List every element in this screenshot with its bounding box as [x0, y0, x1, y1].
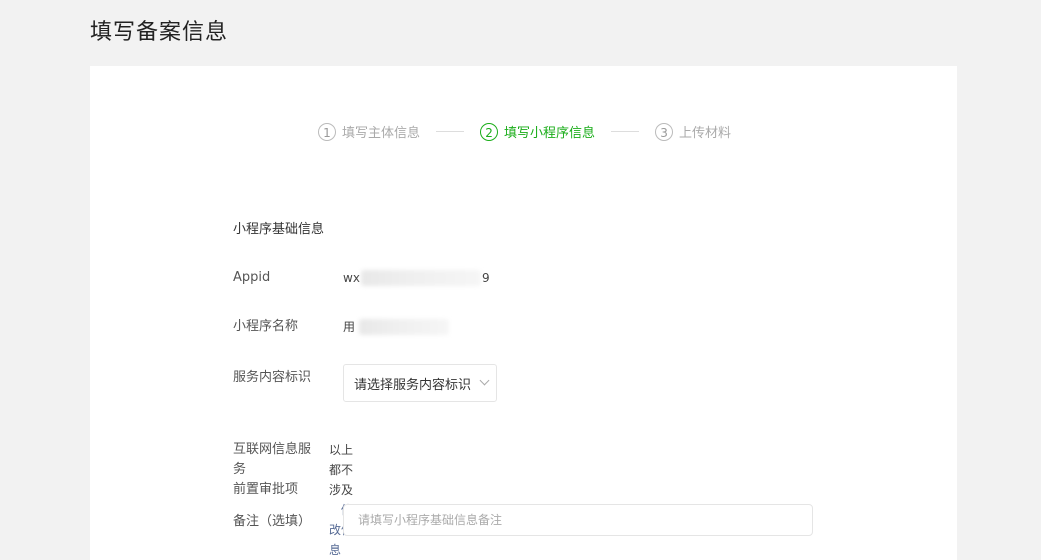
- step-label: 填写主体信息: [342, 126, 421, 141]
- step-number: 1: [318, 122, 336, 141]
- step-1[interactable]: 1 填写主体信息: [318, 122, 420, 141]
- service-select-placeholder: 请选择服务内容标识: [354, 377, 472, 393]
- appid-label: Appid: [233, 270, 271, 285]
- approval-label-line2: 前置审批项: [233, 482, 299, 497]
- form-card: 1 填写主体信息 2 填写小程序信息 3 上传材料 小程序基础信息 Appid …: [90, 66, 957, 560]
- step-2[interactable]: 2 填写小程序信息: [480, 122, 595, 141]
- remark-label: 备注（选填）: [233, 514, 312, 529]
- step-label: 填写小程序信息: [504, 126, 596, 141]
- remark-input[interactable]: [343, 504, 813, 536]
- name-value: 用: [343, 320, 356, 334]
- step-number: 3: [655, 122, 674, 141]
- approval-label-line1: 互联网信息服务: [233, 442, 312, 477]
- step-3[interactable]: 3 上传材料: [655, 122, 731, 141]
- step-divider: [611, 131, 640, 132]
- appid-value-start: wx: [343, 271, 360, 285]
- name-label: 小程序名称: [233, 319, 299, 334]
- page-title: 填写备案信息: [90, 20, 229, 45]
- step-label: 上传材料: [679, 126, 732, 141]
- stepper: 1 填写主体信息 2 填写小程序信息 3 上传材料: [318, 122, 731, 141]
- chevron-down-icon: [479, 375, 490, 386]
- section-title: 小程序基础信息: [233, 222, 325, 237]
- step-number: 2: [480, 122, 499, 141]
- service-select[interactable]: 请选择服务内容标识: [343, 364, 497, 402]
- appid-value-end: 9: [482, 271, 490, 285]
- redacted-block: [359, 319, 449, 335]
- approval-value-text: 以上都不涉及: [329, 443, 354, 497]
- appid-value: wx: [343, 268, 360, 288]
- redacted-block: [361, 270, 481, 286]
- step-divider: [436, 131, 465, 132]
- approval-label: 互联网信息服务 前置审批项: [233, 440, 323, 500]
- approval-value: 以上都不涉及修改信息: [329, 440, 353, 560]
- service-label: 服务内容标识: [233, 370, 312, 385]
